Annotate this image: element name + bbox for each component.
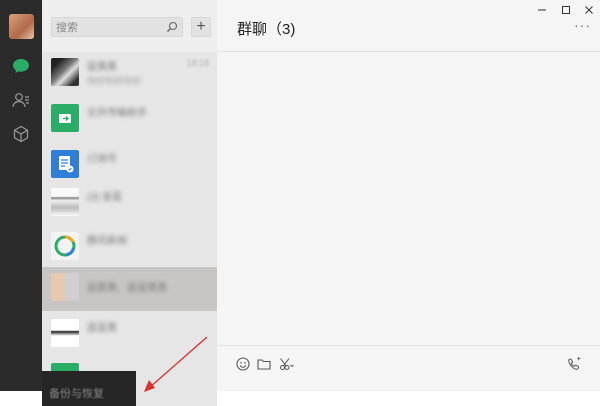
chat-avatar [51, 319, 79, 347]
window-bottom-edge [217, 391, 600, 406]
backup-restore-button[interactable]: 备份与恢复 [42, 371, 136, 406]
file-transfer-icon [51, 104, 79, 132]
chat-list-item[interactable] [42, 359, 217, 371]
chat-list-panel: + 蓝黄黄 你好你好你好 18:18 文件传输助手 订阅号 (3) 金蓝 [42, 0, 217, 406]
chat-name: 文件传输助手 [87, 108, 147, 119]
voice-call-icon[interactable] [566, 356, 582, 372]
close-icon[interactable] [582, 4, 596, 16]
wechat-window: + 蓝黄黄 你好你好你好 18:18 文件传输助手 订阅号 (3) 金蓝 [0, 0, 600, 406]
nav-rail [0, 0, 42, 391]
chat-name: 蓝黄黄 [87, 62, 117, 73]
chat-list-item[interactable]: 文件传输助手 [42, 98, 217, 144]
search-icon[interactable] [166, 21, 178, 33]
window-bottom-edge [0, 391, 42, 406]
search-input[interactable] [52, 19, 160, 37]
chat-tab-icon[interactable] [11, 56, 31, 76]
start-group-chat-button[interactable]: + [191, 17, 211, 37]
emoji-icon[interactable] [235, 356, 251, 372]
contacts-tab-icon[interactable] [11, 90, 31, 110]
message-input-area[interactable] [217, 345, 600, 391]
more-options-icon[interactable]: ··· [574, 18, 592, 32]
chat-list-item-selected[interactable]: 蓝黄黄、蓝蓝黄黄 [42, 267, 217, 311]
minimize-icon[interactable] [535, 4, 549, 16]
search-row: + [42, 0, 217, 52]
chat-avatar [51, 363, 79, 371]
chat-name: 订阅号 [87, 154, 117, 165]
chat-title: 群聊（3) [237, 21, 296, 38]
chat-avatar [51, 58, 79, 86]
chat-preview: 你好你好你好 [87, 76, 142, 86]
chat-list-item[interactable]: 蓝黄黄 你好你好你好 18:18 [42, 52, 217, 98]
favorites-tab-icon[interactable] [11, 124, 31, 144]
chat-name: 腾讯新闻 [87, 236, 127, 247]
subscription-icon [51, 150, 79, 178]
backup-label: 备份与恢复 [49, 388, 104, 400]
chat-avatar [51, 232, 79, 260]
chat-pane: 群聊（3) ··· [217, 0, 600, 391]
chat-name: (3) 金蓝 [87, 192, 122, 203]
chat-list-item[interactable]: (3) 金蓝 [42, 182, 217, 228]
chat-name: 蓝蓝黄 [87, 323, 117, 334]
list-bottom [136, 371, 217, 406]
chat-list-item[interactable]: 蓝蓝黄 [42, 313, 217, 359]
user-avatar[interactable] [9, 14, 34, 39]
search-box[interactable] [51, 17, 183, 37]
screenshot-icon[interactable] [278, 356, 294, 372]
chat-avatar [51, 188, 79, 216]
maximize-icon[interactable] [559, 4, 573, 16]
group-avatar [51, 273, 79, 301]
chat-time: 18:18 [186, 58, 209, 68]
chat-name: 蓝黄黄、蓝蓝黄黄 [87, 283, 167, 294]
chat-list-item[interactable]: 腾讯新闻 [42, 226, 217, 272]
chat-header: 群聊（3) ··· [217, 0, 600, 52]
folder-icon[interactable] [256, 356, 272, 372]
